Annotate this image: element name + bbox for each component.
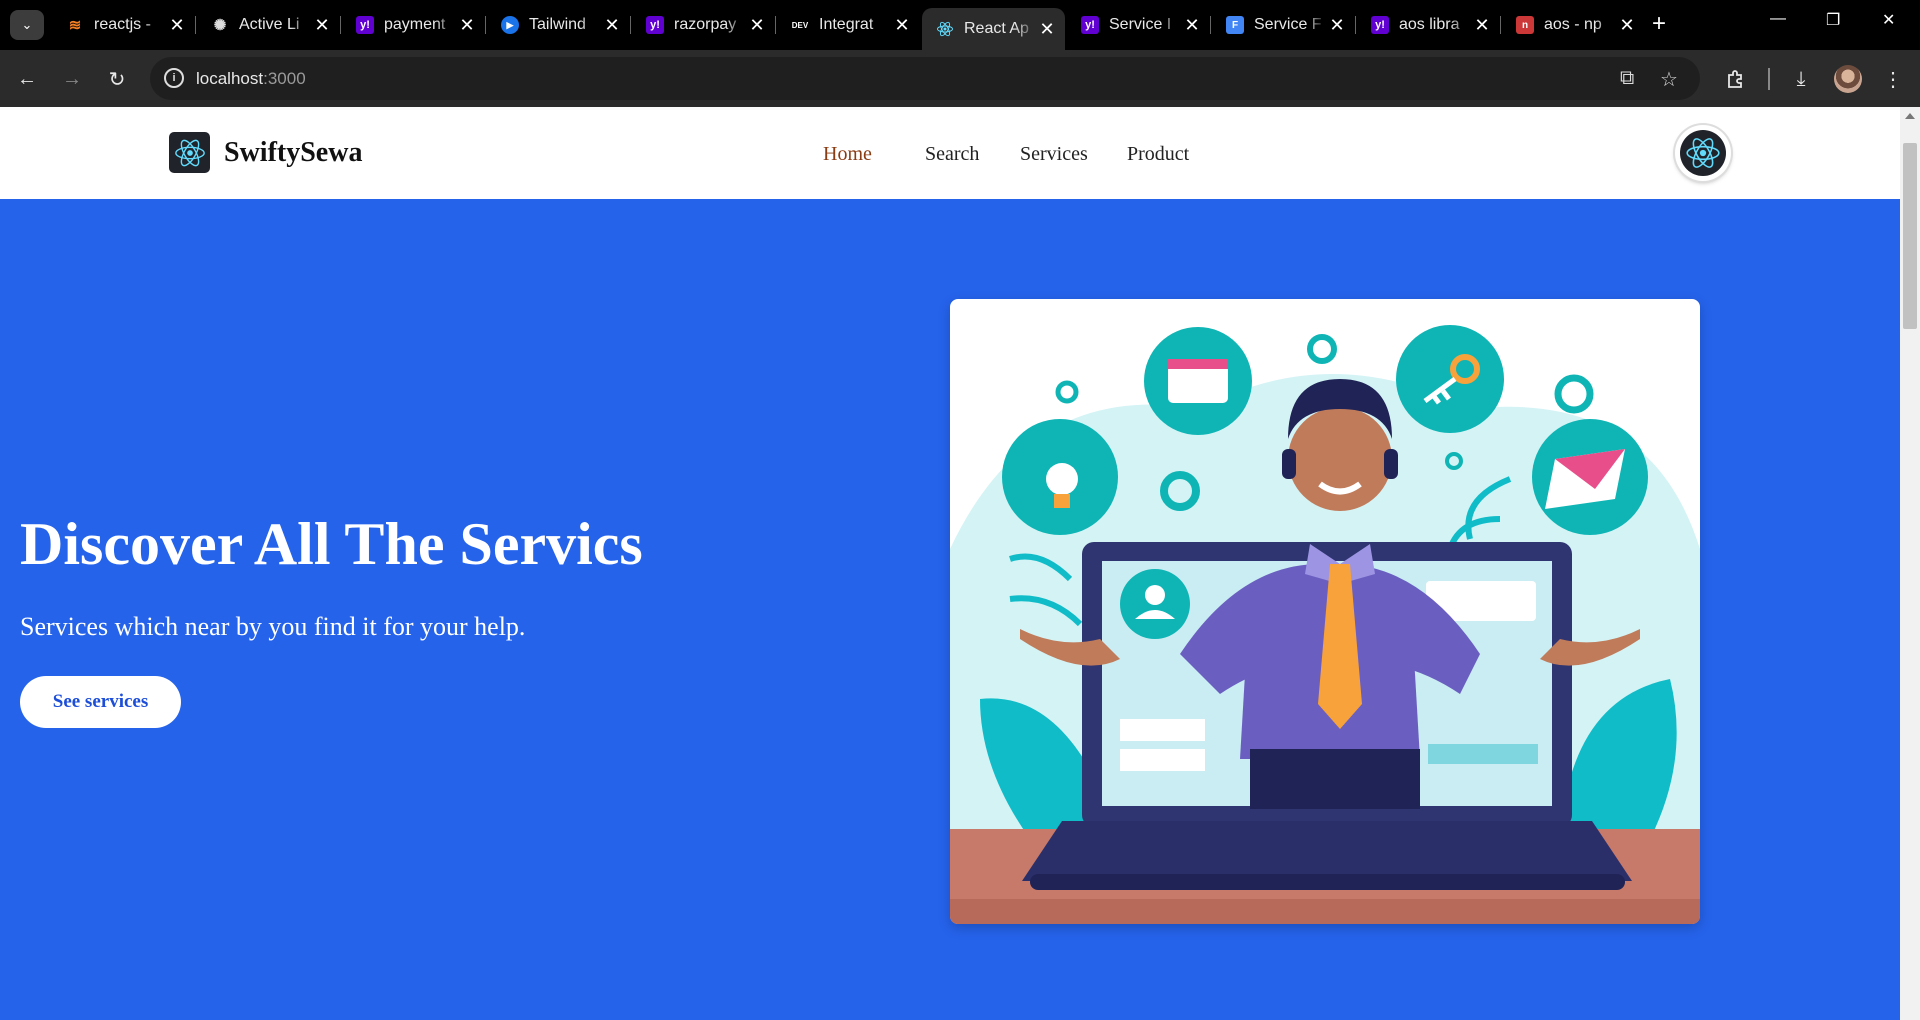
tab-title: Active Li: [239, 16, 300, 33]
close-icon[interactable]: ✕: [1327, 15, 1347, 36]
openai-icon: ✺: [213, 17, 227, 34]
react-logo-icon: [169, 132, 210, 173]
tab-title: reactjs -: [94, 16, 151, 33]
tab-title: Service F: [1254, 16, 1322, 33]
new-tab-button[interactable]: +: [1652, 11, 1666, 37]
brand-name: SwiftySewa: [224, 136, 363, 168]
browser-tab[interactable]: n aos - np ✕: [1502, 8, 1645, 42]
close-icon[interactable]: ✕: [312, 15, 332, 36]
browser-tab[interactable]: y! razorpay ✕: [632, 8, 776, 42]
tab-search-button[interactable]: ⌄: [10, 10, 44, 40]
address-bar[interactable]: i localhost:3000 ⧉ ☆: [150, 57, 1700, 100]
download-icon[interactable]: ⤓: [1786, 64, 1816, 94]
tab-title: Service I: [1109, 16, 1172, 33]
url-text: localhost:3000: [196, 69, 306, 88]
browser-tab[interactable]: ≋ reactjs - ✕: [52, 8, 196, 42]
chevron-down-icon: ⌄: [21, 17, 33, 32]
browser-tab-active[interactable]: React Ap ✕: [922, 8, 1065, 50]
restore-icon[interactable]: ❐: [1826, 10, 1840, 30]
close-icon[interactable]: ✕: [892, 15, 912, 36]
npm-icon: n: [1516, 16, 1534, 34]
extensions-icon[interactable]: [1721, 64, 1751, 94]
stackoverflow-icon: ≋: [68, 17, 82, 34]
page-scrollbar[interactable]: [1900, 107, 1920, 1020]
user-avatar-button[interactable]: [1675, 125, 1731, 181]
forms-icon: F: [1226, 16, 1244, 34]
nav-link-home[interactable]: Home: [823, 143, 872, 166]
install-app-icon[interactable]: ⧉: [1620, 67, 1634, 90]
tab-title: payment: [384, 16, 446, 33]
play-icon: ▶: [501, 16, 519, 34]
tab-title: Tailwind: [529, 16, 586, 33]
reload-icon[interactable]: ↻: [102, 64, 132, 94]
site-info-icon[interactable]: i: [164, 68, 184, 88]
browser-tab[interactable]: ▶ Tailwind ✕: [487, 8, 631, 42]
react-icon: [936, 20, 954, 38]
dev-icon: DEV: [791, 16, 809, 34]
see-services-button[interactable]: See services: [20, 676, 181, 728]
close-icon[interactable]: ✕: [1037, 19, 1057, 40]
hero-title: Discover All The Servics: [20, 511, 643, 577]
browser-tab[interactable]: DEV Integrat ✕: [777, 8, 920, 42]
yahoo-icon: y!: [1371, 16, 1389, 34]
forward-arrow-icon[interactable]: →: [57, 64, 87, 94]
brand[interactable]: SwiftySewa: [169, 132, 362, 173]
minimize-icon[interactable]: —: [1770, 10, 1786, 28]
browser-tab-strip: ⌄ ≋ reactjs - ✕ ✺ Active Li ✕ y! payment…: [0, 0, 1920, 50]
tab-title: razorpay: [674, 16, 737, 33]
tab-title: React Ap: [964, 20, 1029, 37]
close-icon[interactable]: ✕: [167, 15, 187, 36]
yahoo-icon: y!: [646, 16, 664, 34]
site-navbar: SwiftySewa Home Search Services Product: [0, 107, 1900, 199]
tab-title: aos libra: [1399, 16, 1460, 33]
close-icon[interactable]: ✕: [1472, 15, 1492, 36]
yahoo-icon: y!: [1081, 16, 1099, 34]
react-logo-icon: [1680, 130, 1726, 176]
bookmark-star-icon[interactable]: ☆: [1660, 67, 1678, 92]
nav-link-services[interactable]: Services: [1020, 143, 1088, 166]
hero-subtitle: Services which near by you find it for y…: [20, 612, 526, 641]
scroll-up-arrow-icon[interactable]: [1905, 113, 1915, 119]
close-icon[interactable]: ✕: [1182, 15, 1202, 36]
browser-tab[interactable]: y! aos libra ✕: [1357, 8, 1501, 42]
yahoo-icon: y!: [356, 16, 374, 34]
scrollbar-thumb[interactable]: [1903, 143, 1917, 329]
close-icon[interactable]: ✕: [602, 15, 622, 36]
browser-tab[interactable]: y! Service I ✕: [1067, 8, 1211, 42]
profile-avatar[interactable]: [1834, 65, 1862, 93]
back-arrow-icon[interactable]: ←: [12, 64, 42, 94]
toolbar-divider: [1768, 68, 1770, 90]
tab-title: aos - np: [1544, 16, 1602, 33]
tab-title: Integrat: [819, 16, 874, 33]
browser-tab[interactable]: F Service F ✕: [1212, 8, 1356, 42]
nav-link-search[interactable]: Search: [925, 143, 979, 166]
browser-tab[interactable]: y! payment ✕: [342, 8, 486, 42]
browser-toolbar: ← → ↻ i localhost:3000 ⧉ ☆ ⤓ ⋮: [0, 50, 1920, 107]
close-icon[interactable]: ✕: [1617, 15, 1637, 36]
menu-kebab-icon[interactable]: ⋮: [1878, 64, 1908, 94]
close-icon[interactable]: ✕: [457, 15, 477, 36]
close-icon[interactable]: ✕: [747, 15, 767, 36]
hero-illustration: [950, 299, 1700, 924]
window-close-icon[interactable]: ✕: [1882, 10, 1895, 30]
browser-tab[interactable]: ✺ Active Li ✕: [197, 8, 341, 42]
page-viewport: SwiftySewa Home Search Services Product …: [0, 107, 1900, 1020]
nav-link-product[interactable]: Product: [1127, 143, 1189, 166]
